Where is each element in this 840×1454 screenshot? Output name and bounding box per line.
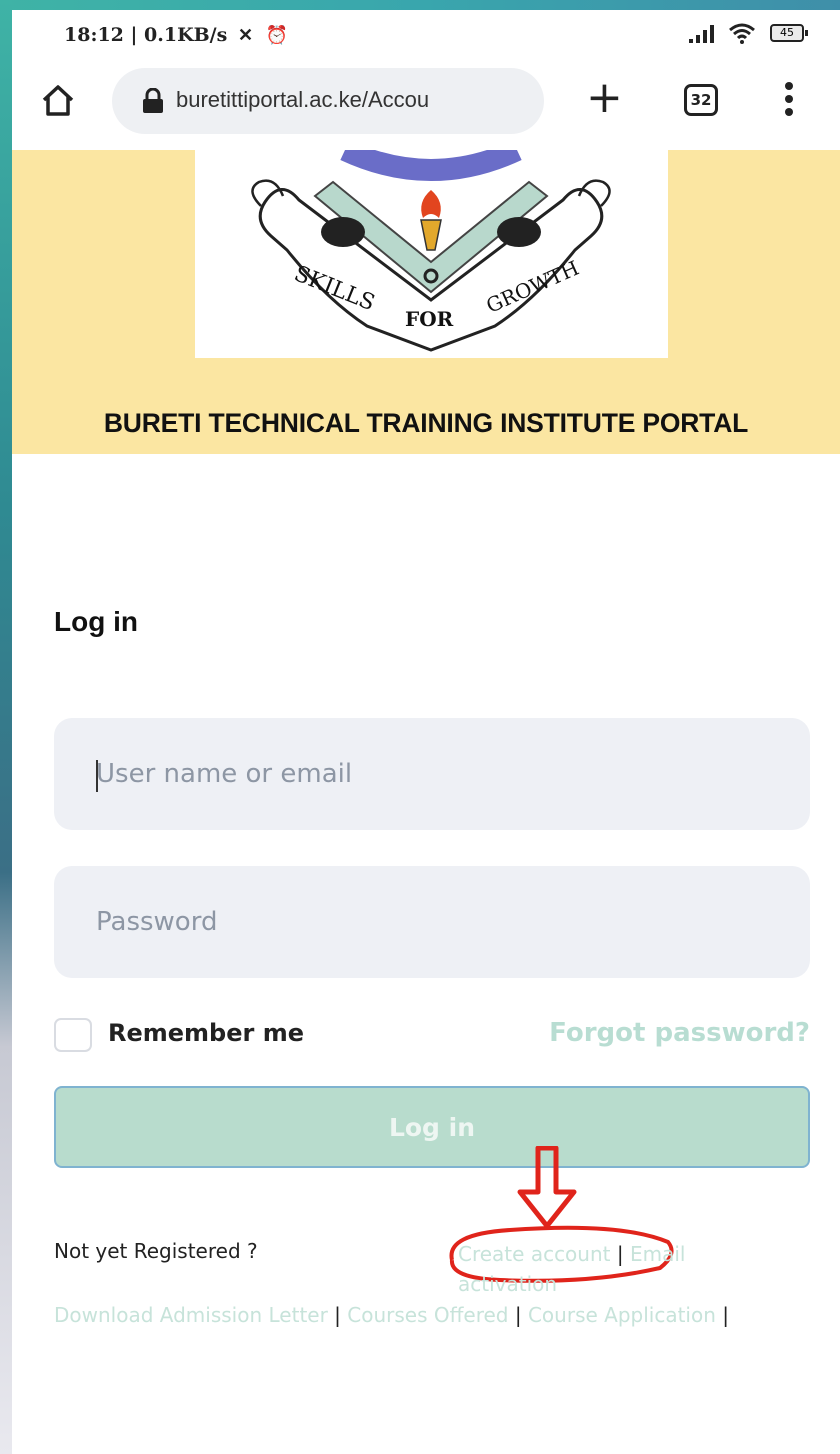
photo-border-left bbox=[0, 0, 12, 1454]
browser-toolbar: buretittiportal.ac.ke/Accou + 32 bbox=[12, 62, 840, 150]
course-application-link[interactable]: Course Application bbox=[528, 1303, 716, 1327]
remember-me-checkbox[interactable] bbox=[54, 1018, 92, 1052]
create-account-link[interactable]: Create account bbox=[458, 1242, 611, 1266]
more-menu-icon[interactable] bbox=[784, 82, 794, 122]
account-links: Create account | Email activation bbox=[458, 1239, 788, 1299]
link-separator: | bbox=[334, 1303, 341, 1327]
header-banner: SKILLS FOR GROWTH BURETI TECHNICAL TRAIN… bbox=[12, 139, 840, 454]
status-time-speed: 18:12 | 0.1KB/s bbox=[64, 24, 228, 46]
signal-icon bbox=[689, 23, 714, 43]
logo-motto-growth: GROWTH bbox=[483, 256, 583, 318]
red-arrow-annotation bbox=[517, 1146, 577, 1229]
photo-border-top bbox=[0, 0, 840, 10]
tab-count-button[interactable]: 32 bbox=[684, 84, 718, 116]
institute-title: BURETI TECHNICAL TRAINING INSTITUTE PORT… bbox=[103, 408, 749, 438]
home-icon[interactable] bbox=[38, 80, 78, 120]
logo-crest: SKILLS FOR GROWTH bbox=[251, 139, 611, 352]
remember-row: Remember me Forgot password? bbox=[54, 1014, 810, 1058]
wifi-icon bbox=[729, 23, 755, 44]
logo-motto-for: FOR bbox=[405, 307, 454, 331]
text-cursor bbox=[96, 760, 98, 792]
courses-offered-link[interactable]: Courses Offered bbox=[347, 1303, 508, 1327]
not-registered-text: Not yet Registered ? bbox=[54, 1239, 258, 1263]
mute-icon: ✕ bbox=[237, 25, 254, 46]
link-separator: | bbox=[722, 1303, 730, 1327]
phone-screen: 18:12 | 0.1KB/s ✕ ⏰ 45 buretittiportal.a… bbox=[12, 10, 840, 1454]
login-heading: Log in bbox=[54, 606, 138, 637]
status-bar: 18:12 | 0.1KB/s ✕ ⏰ 45 bbox=[12, 10, 840, 62]
url-text: buretittiportal.ac.ke/Accou bbox=[176, 87, 430, 112]
address-bar[interactable]: buretittiportal.ac.ke/Accou bbox=[112, 68, 544, 134]
institute-logo: SKILLS FOR GROWTH bbox=[195, 139, 668, 358]
forgot-password-link[interactable]: Forgot password? bbox=[549, 1018, 810, 1048]
battery-icon: 45 bbox=[770, 24, 808, 42]
status-left: 18:12 | 0.1KB/s ✕ ⏰ bbox=[64, 24, 288, 46]
link-separator: | bbox=[514, 1303, 522, 1327]
username-input[interactable] bbox=[54, 718, 810, 830]
logo-motto-skills: SKILLS bbox=[290, 261, 378, 316]
login-button[interactable]: Log in bbox=[54, 1086, 810, 1168]
alarm-icon: ⏰ bbox=[265, 25, 289, 46]
download-admission-link[interactable]: Download Admission Letter bbox=[54, 1303, 328, 1327]
portal-links: Download Admission Letter | Courses Offe… bbox=[54, 1300, 794, 1331]
new-tab-icon[interactable]: + bbox=[586, 76, 623, 120]
status-right: 45 bbox=[689, 22, 808, 44]
password-input[interactable] bbox=[54, 866, 810, 978]
lock-icon bbox=[143, 88, 163, 113]
remember-me-label[interactable]: Remember me bbox=[108, 1019, 304, 1047]
link-separator: | bbox=[616, 1242, 624, 1266]
